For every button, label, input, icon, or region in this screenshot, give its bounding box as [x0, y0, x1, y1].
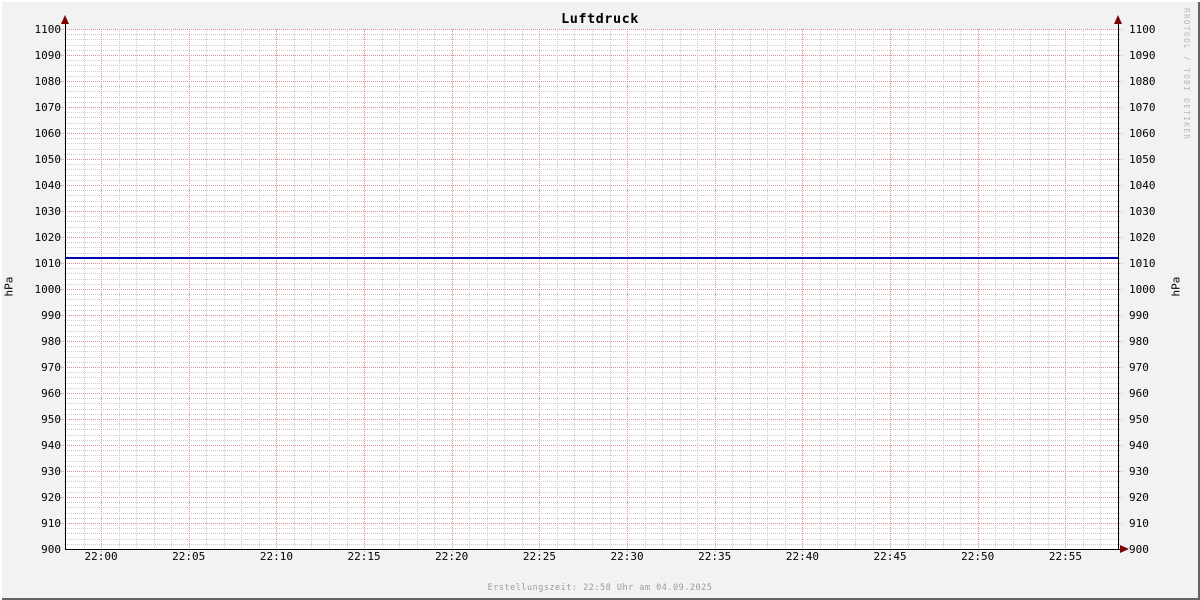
y-tick-label-right: 980: [1129, 336, 1170, 347]
y-axis-left-line: [65, 24, 66, 550]
y-tick-label-left: 930: [20, 466, 61, 477]
x-tick-label: 22:45: [868, 551, 912, 562]
y-tick-label-right: 910: [1129, 518, 1170, 529]
y-tick-label-left: 910: [20, 518, 61, 529]
x-tick-label: 22:15: [342, 551, 386, 562]
x-tick-label: 22:30: [605, 551, 649, 562]
pressure-series-line: [66, 257, 1118, 259]
y-tick-label-right: 970: [1129, 362, 1170, 373]
y-tick-label-right: 1000: [1129, 284, 1170, 295]
y-tick-label-left: 1100: [20, 24, 61, 35]
y-tick-label-left: 1040: [20, 180, 61, 191]
x-tick-label: 22:35: [693, 551, 737, 562]
rrdtool-pressure-graph: Luftdruck 22:00 22:05 22:10 22:15 22:20 22:25…: [0, 0, 1200, 600]
x-tick-label: 22:55: [1043, 551, 1087, 562]
y-tick-label-left: 980: [20, 336, 61, 347]
y-tick-label-left: 1050: [20, 154, 61, 165]
x-tick-label: 22:00: [79, 551, 123, 562]
rrdtool-watermark: RRDTOOL / TOBI OETIKER: [1182, 8, 1191, 140]
y-tick-label-right: 920: [1129, 492, 1170, 503]
y-tick-label-right: 950: [1129, 414, 1170, 425]
y-tick-label-left: 1020: [20, 232, 61, 243]
y-tick-label-right: 1090: [1129, 50, 1170, 61]
y-tick-label-left: 1030: [20, 206, 61, 217]
x-tick-label: 22:05: [167, 551, 211, 562]
plot-canvas: [66, 29, 1118, 549]
y-tick-label-left: 1000: [20, 284, 61, 295]
y-tick-label-left: 990: [20, 310, 61, 321]
y-tick-label-right: 990: [1129, 310, 1170, 321]
x-tick-label: 22:20: [430, 551, 474, 562]
chart-title: Luftdruck: [0, 11, 1200, 27]
y-tick-label-right: 1070: [1129, 102, 1170, 113]
creation-timestamp: Erstellungszeit: 22:58 Uhr am 04.09.2025: [0, 583, 1200, 593]
y-tick-label-left: 920: [20, 492, 61, 503]
y-tick-label-right: 900: [1129, 544, 1170, 555]
y-tick-label-right: 1040: [1129, 180, 1170, 191]
legend-row: Garten Aktuell: 1011.9 hPa Minimum: 1011…: [0, 568, 1200, 582]
y-axis-left-arrow-icon: [61, 15, 69, 24]
y-tick-label-right: 930: [1129, 466, 1170, 477]
y-tick-label-left: 950: [20, 414, 61, 425]
y-tick-label-right: 1060: [1129, 128, 1170, 139]
y-tick-label-left: 940: [20, 440, 61, 451]
x-tick-label: 22:25: [517, 551, 561, 562]
y-tick-label-left: 1080: [20, 76, 61, 87]
y-tick-label-left: 1010: [20, 258, 61, 269]
x-tick-label: 22:40: [780, 551, 824, 562]
y-tick-label-left: 970: [20, 362, 61, 373]
y-tick-label-right: 960: [1129, 388, 1170, 399]
y-tick-label-right: 1100: [1129, 24, 1170, 35]
y-tick-label-right: 1030: [1129, 206, 1170, 217]
y-tick-label-right: 1020: [1129, 232, 1170, 243]
y-tick-label-left: 960: [20, 388, 61, 399]
y-tick-label-right: 1050: [1129, 154, 1170, 165]
y-axis-unit-right: hPa: [1171, 272, 1182, 302]
x-axis-arrow-icon: [1120, 545, 1129, 553]
y-tick-label-right: 1080: [1129, 76, 1170, 87]
y-tick-label-left: 1070: [20, 102, 61, 113]
y-tick-label-right: 940: [1129, 440, 1170, 451]
y-tick-label-left: 900: [20, 544, 61, 555]
y-axis-right-line: [1118, 24, 1119, 550]
x-tick-label: 22:50: [956, 551, 1000, 562]
y-tick-label-right: 1010: [1129, 258, 1170, 269]
x-tick-label: 22:10: [254, 551, 298, 562]
y-axis-unit-left: hPa: [4, 272, 15, 302]
y-axis-right-arrow-icon: [1114, 15, 1122, 24]
y-tick-label-left: 1060: [20, 128, 61, 139]
y-tick-label-left: 1090: [20, 50, 61, 61]
